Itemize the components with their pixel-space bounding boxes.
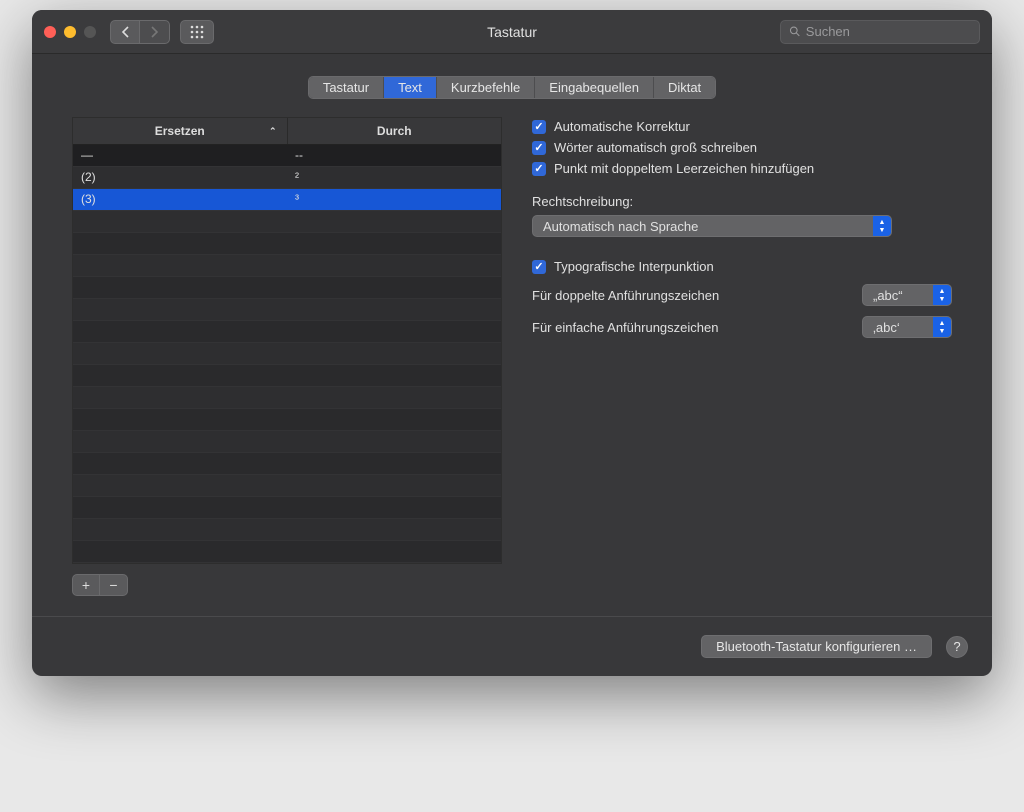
- tab-tastatur[interactable]: Tastatur: [309, 77, 384, 98]
- cell-replace: —: [73, 145, 287, 166]
- column-with[interactable]: Durch: [288, 118, 502, 144]
- double-space-period-label: Punkt mit doppeltem Leerzeichen hinzufüg…: [554, 161, 814, 176]
- tab-diktat[interactable]: Diktat: [654, 77, 715, 98]
- double-quotes-value: „abc“: [873, 288, 903, 303]
- single-quotes-label: Für einfache Anführungszeichen: [532, 320, 852, 335]
- tab-eingabequellen[interactable]: Eingabequellen: [535, 77, 654, 98]
- show-all-button[interactable]: [180, 20, 214, 44]
- single-quotes-popup[interactable]: ‚abc‘ ▲▼: [862, 316, 952, 338]
- search-field[interactable]: [780, 20, 980, 44]
- table-row-empty[interactable]: [73, 233, 501, 255]
- cell-replace: (3): [73, 189, 287, 210]
- column-with-label: Durch: [377, 124, 412, 138]
- replacements-panel: Ersetzen ⌃ Durch —--(2)²(3)³ + −: [72, 117, 502, 596]
- remove-row-button[interactable]: −: [100, 574, 128, 596]
- spelling-popup[interactable]: Automatisch nach Sprache ▲▼: [532, 215, 892, 237]
- column-replace-label: Ersetzen: [155, 124, 205, 138]
- table-row-empty[interactable]: [73, 541, 501, 563]
- table-footer: + −: [72, 574, 502, 596]
- double-quotes-label: Für doppelte Anführungszeichen: [532, 288, 852, 303]
- cell-with: --: [287, 145, 501, 166]
- table-row-empty[interactable]: [73, 211, 501, 233]
- table-row-empty[interactable]: [73, 387, 501, 409]
- search-input[interactable]: [806, 24, 971, 39]
- table-row-empty[interactable]: [73, 409, 501, 431]
- smart-quotes-label: Typografische Interpunktion: [554, 259, 714, 274]
- table-body: —--(2)²(3)³: [73, 145, 501, 563]
- table-row-empty[interactable]: [73, 497, 501, 519]
- table-row-empty[interactable]: [73, 519, 501, 541]
- single-quotes-row: Für einfache Anführungszeichen ‚abc‘ ▲▼: [532, 316, 952, 338]
- auto-correct-label: Automatische Korrektur: [554, 119, 690, 134]
- auto-correct-checkbox[interactable]: ✓: [532, 120, 546, 134]
- cell-replace: (2): [73, 167, 287, 188]
- minimize-window-button[interactable]: [64, 26, 76, 38]
- table-header: Ersetzen ⌃ Durch: [73, 118, 501, 145]
- double-space-period-checkbox[interactable]: ✓: [532, 162, 546, 176]
- table-row-empty[interactable]: [73, 277, 501, 299]
- preferences-window: Tastatur TastaturTextKurzbefehleEingabeq…: [32, 10, 992, 676]
- table-row-empty[interactable]: [73, 431, 501, 453]
- spelling-value: Automatisch nach Sprache: [543, 219, 698, 234]
- table-row[interactable]: —--: [73, 145, 501, 167]
- double-quotes-popup[interactable]: „abc“ ▲▼: [862, 284, 952, 306]
- cell-with: ²: [287, 167, 501, 188]
- traffic-lights: [44, 26, 96, 38]
- auto-capitalize-row: ✓ Wörter automatisch groß schreiben: [532, 140, 952, 155]
- double-space-period-row: ✓ Punkt mit doppeltem Leerzeichen hinzuf…: [532, 161, 952, 176]
- table-row[interactable]: (3)³: [73, 189, 501, 211]
- zoom-window-button[interactable]: [84, 26, 96, 38]
- replacements-table[interactable]: Ersetzen ⌃ Durch —--(2)²(3)³: [72, 117, 502, 564]
- table-row-empty[interactable]: [73, 453, 501, 475]
- help-button[interactable]: ?: [946, 636, 968, 658]
- single-quotes-value: ‚abc‘: [873, 320, 900, 335]
- add-row-button[interactable]: +: [72, 574, 100, 596]
- tab-control: TastaturTextKurzbefehleEingabequellenDik…: [308, 76, 716, 99]
- smart-quotes-row: ✓ Typografische Interpunktion: [532, 259, 952, 274]
- forward-button[interactable]: [140, 20, 170, 44]
- tabs: TastaturTextKurzbefehleEingabequellenDik…: [32, 54, 992, 117]
- table-row[interactable]: (2)²: [73, 167, 501, 189]
- smart-quotes-checkbox[interactable]: ✓: [532, 260, 546, 274]
- auto-correct-row: ✓ Automatische Korrektur: [532, 119, 952, 134]
- table-row-empty[interactable]: [73, 475, 501, 497]
- bottom-bar: Bluetooth-Tastatur konfigurieren … ?: [32, 616, 992, 676]
- window-title: Tastatur: [487, 24, 537, 40]
- table-row-empty[interactable]: [73, 255, 501, 277]
- table-row-empty[interactable]: [73, 321, 501, 343]
- table-row-empty[interactable]: [73, 299, 501, 321]
- tab-text[interactable]: Text: [384, 77, 437, 98]
- double-quotes-row: Für doppelte Anführungszeichen „abc“ ▲▼: [532, 284, 952, 306]
- popup-stepper-icon: ▲▼: [873, 216, 891, 236]
- spelling-label: Rechtschreibung:: [532, 194, 952, 209]
- popup-stepper-icon: ▲▼: [933, 285, 951, 305]
- table-row-empty[interactable]: [73, 365, 501, 387]
- content: Ersetzen ⌃ Durch —--(2)²(3)³ + − ✓ Autom…: [32, 117, 992, 616]
- tab-kurzbefehle[interactable]: Kurzbefehle: [437, 77, 535, 98]
- table-row-empty[interactable]: [73, 343, 501, 365]
- auto-capitalize-checkbox[interactable]: ✓: [532, 141, 546, 155]
- popup-stepper-icon: ▲▼: [933, 317, 951, 337]
- auto-capitalize-label: Wörter automatisch groß schreiben: [554, 140, 757, 155]
- titlebar: Tastatur: [32, 10, 992, 54]
- options-panel: ✓ Automatische Korrektur ✓ Wörter automa…: [532, 117, 952, 596]
- back-button[interactable]: [110, 20, 140, 44]
- bluetooth-keyboard-button[interactable]: Bluetooth-Tastatur konfigurieren …: [701, 635, 932, 658]
- sort-indicator-icon: ⌃: [269, 126, 277, 137]
- column-replace[interactable]: Ersetzen ⌃: [73, 118, 288, 144]
- nav-buttons: [110, 20, 170, 44]
- cell-with: ³: [287, 189, 501, 210]
- close-window-button[interactable]: [44, 26, 56, 38]
